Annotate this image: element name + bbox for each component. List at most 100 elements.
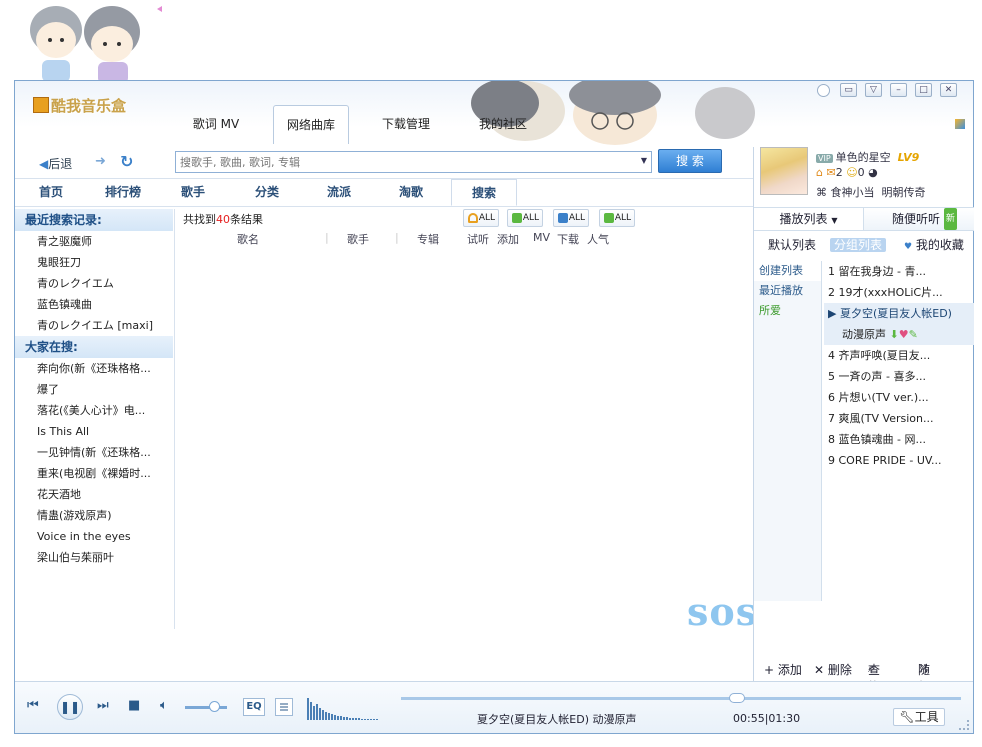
- eq-button[interactable]: EQ: [243, 698, 265, 716]
- mv-all-label: ALL: [568, 213, 585, 223]
- volume-slider[interactable]: [185, 706, 227, 709]
- right-panel: VIP 单色的星空 LV9 ⌂ ✉2 ☺0 ◕ ⌘ 食神小当 明朝传奇 播放列表 …: [753, 147, 974, 694]
- left-panel: 最近搜索记录: 青之驱魔师 鬼眼狂刀 青のレクイエム 蓝色镇魂曲 青のレクイエム…: [15, 209, 175, 629]
- popular-search-item[interactable]: Is This All: [15, 421, 174, 442]
- user-name[interactable]: 单色的星空: [836, 151, 891, 164]
- tab-random-listen[interactable]: 随便听听 新: [892, 208, 957, 230]
- tools-label: 工具: [914, 710, 939, 724]
- heart-icon[interactable]: ♥: [899, 328, 909, 341]
- minimize-button[interactable]: –: [890, 83, 907, 97]
- tab-download-manager[interactable]: 下载管理: [368, 105, 444, 144]
- tools-button[interactable]: 🔧︎工具: [893, 708, 945, 726]
- delete-button[interactable]: ✕ 删除: [814, 661, 852, 678]
- tab-lyrics-mv[interactable]: 歌词 MV: [178, 105, 254, 144]
- tab-charts[interactable]: 排行榜: [95, 179, 151, 206]
- now-playing-title: 夏夕空(夏目友人帐ED) 动漫原声: [477, 713, 637, 726]
- recent-search-item[interactable]: 蓝色镇魂曲: [15, 294, 174, 315]
- tab-my-community[interactable]: 我的社区: [465, 105, 541, 144]
- mini-mode-button[interactable]: ▭: [840, 83, 857, 97]
- refresh-icon[interactable]: ↻: [120, 152, 133, 171]
- playlist-toolbar: + 添加 ✕ 删除 ⌕ 查找 ⤨ 随机: [754, 661, 974, 694]
- feedback-icon[interactable]: [817, 84, 830, 97]
- tab-default-list[interactable]: 默认列表: [768, 235, 816, 255]
- popular-search-item[interactable]: 情蛊(游戏原声): [15, 505, 174, 526]
- popular-search-item[interactable]: Voice in the eyes: [15, 526, 174, 547]
- list-item[interactable]: 6 片想い(TV ver.)...: [824, 387, 974, 408]
- loved-item[interactable]: 所爱: [754, 301, 821, 321]
- tab-random-label: 随便听听: [892, 212, 941, 226]
- app-window: 酷我音乐盒 歌词 MV 网络曲库 下载管理 我的社区 ▭ ▽ – □ ✕ ◀后退…: [14, 80, 974, 734]
- popular-search-item[interactable]: 花天酒地: [15, 484, 174, 505]
- progress-track[interactable]: [401, 697, 961, 700]
- search-input[interactable]: [176, 152, 626, 172]
- create-list-item[interactable]: 创建列表: [754, 261, 821, 281]
- stop-icon[interactable]: ■: [128, 698, 140, 713]
- forward-arrow-icon[interactable]: ➜: [95, 154, 106, 169]
- tab-search[interactable]: 搜索: [451, 179, 517, 206]
- pause-button[interactable]: ❚❚: [57, 694, 83, 720]
- listen-all-label: ALL: [478, 213, 495, 223]
- tab-my-favorites[interactable]: ♥ 我的收藏: [904, 235, 964, 255]
- gift-icon: [33, 97, 49, 113]
- list-item[interactable]: 7 爽風(TV Version...: [824, 408, 974, 429]
- tab-categories[interactable]: 分类: [241, 179, 293, 206]
- tab-online-library[interactable]: 网络曲库: [273, 105, 349, 144]
- panda-icon[interactable]: ◕: [868, 166, 878, 179]
- popular-search-item[interactable]: 爆了: [15, 379, 174, 400]
- list-item[interactable]: 8 蓝色镇魂曲 - 网...: [824, 429, 974, 450]
- listen-all-button[interactable]: ALL: [463, 209, 499, 227]
- recent-search-item[interactable]: 青之驱魔师: [15, 231, 174, 252]
- list-item[interactable]: 5 一斉の声 - 喜多...: [824, 366, 974, 387]
- next-icon[interactable]: ⏭: [97, 698, 109, 713]
- tab-discover[interactable]: 淘歌: [385, 179, 437, 206]
- tab-group-list[interactable]: 分组列表: [830, 235, 887, 255]
- add-all-button[interactable]: ALL: [507, 209, 543, 227]
- friends-icon[interactable]: ☺: [846, 166, 857, 179]
- list-item[interactable]: 9 CORE PRIDE - UV...: [824, 450, 974, 471]
- recent-search-item[interactable]: 青のレクイエム [maxi]: [15, 315, 174, 336]
- lyrics-toggle-icon[interactable]: [275, 698, 293, 716]
- add-button[interactable]: + 添加: [764, 661, 802, 678]
- game-link-1[interactable]: 食神小当: [831, 186, 875, 199]
- tab-home[interactable]: 首页: [25, 179, 77, 206]
- volume-knob[interactable]: [209, 701, 221, 712]
- recent-search-item[interactable]: 青のレクイエム: [15, 273, 174, 294]
- theme-icon[interactable]: [955, 119, 965, 129]
- popular-search-item[interactable]: 一见钟情(新《还珠格...: [15, 442, 174, 463]
- popular-search-item[interactable]: 重来(电视剧《裸婚时...: [15, 463, 174, 484]
- share-icon[interactable]: ✎: [909, 328, 918, 341]
- popular-search-item[interactable]: 奔向你(新《还珠格格...: [15, 358, 174, 379]
- resize-grip[interactable]: [959, 720, 969, 730]
- back-button[interactable]: ◀后退: [39, 155, 72, 172]
- col-download: 下载: [557, 233, 579, 246]
- close-button[interactable]: ✕: [940, 83, 957, 97]
- download-arrow-icon[interactable]: ⬇: [890, 328, 899, 341]
- skin-button[interactable]: ▽: [865, 83, 882, 97]
- progress-knob[interactable]: [729, 693, 745, 703]
- recent-played-item[interactable]: 最近播放: [754, 281, 821, 301]
- popular-search-item[interactable]: 梁山伯与茱丽叶: [15, 547, 174, 568]
- download-all-button[interactable]: ALL: [599, 209, 635, 227]
- game-link-2[interactable]: 明朝传奇: [882, 186, 926, 199]
- list-item-playing-detail[interactable]: 动漫原声 ⬇♥✎: [824, 324, 974, 345]
- list-item[interactable]: 4 齐声呼唤(夏目友...: [824, 345, 974, 366]
- tab-genres[interactable]: 流派: [313, 179, 365, 206]
- chevron-down-icon[interactable]: ▼: [641, 156, 647, 165]
- home-icon[interactable]: ⌂: [816, 166, 823, 179]
- avatar[interactable]: [760, 147, 808, 195]
- list-item-playing[interactable]: ▶ 夏夕空(夏目友人帐ED): [824, 303, 974, 324]
- previous-icon[interactable]: ⏮: [27, 698, 39, 713]
- mail-icon[interactable]: ✉: [826, 166, 835, 179]
- search-button[interactable]: 搜 索: [658, 149, 722, 173]
- volume-icon[interactable]: 🔈︎: [160, 698, 168, 713]
- add-all-label: ALL: [522, 213, 539, 223]
- list-item[interactable]: 2 19才(xxxHOLiC片...: [824, 282, 974, 303]
- popular-search-item[interactable]: 落花(《美人心计》电...: [15, 400, 174, 421]
- maximize-button[interactable]: □: [915, 83, 932, 97]
- tab-playlist[interactable]: 播放列表 ▼: [754, 208, 864, 230]
- tab-artists[interactable]: 歌手: [167, 179, 219, 206]
- recent-search-item[interactable]: 鬼眼狂刀: [15, 252, 174, 273]
- results-area: [175, 249, 753, 629]
- mv-all-button[interactable]: ALL: [553, 209, 589, 227]
- list-item[interactable]: 1 留在我身边 - 青...: [824, 261, 974, 282]
